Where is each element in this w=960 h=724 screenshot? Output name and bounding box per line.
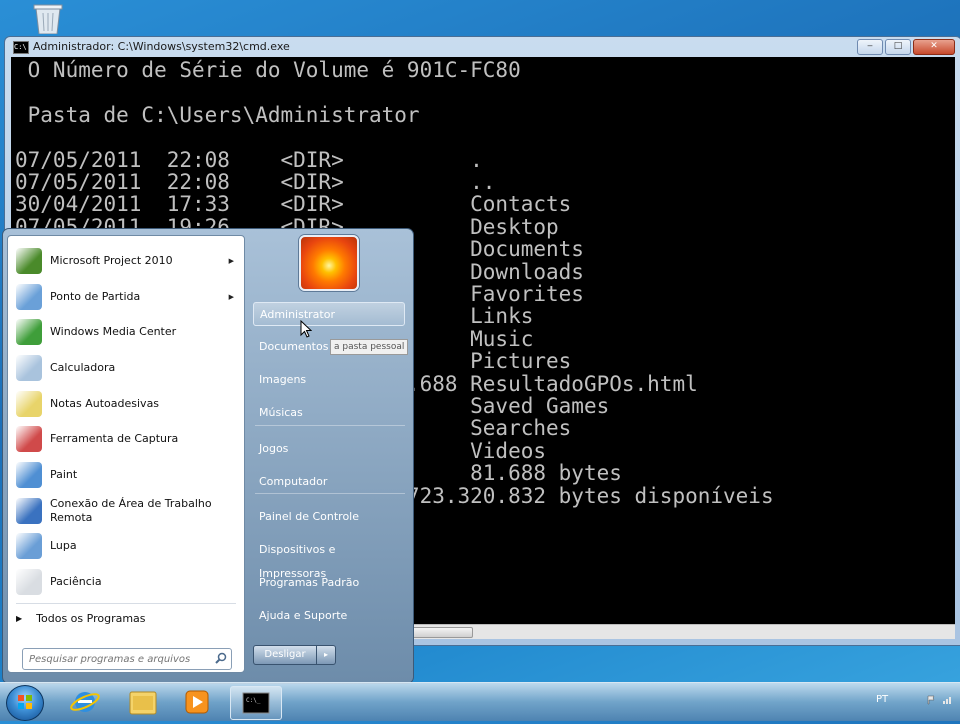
start-button[interactable] (6, 685, 44, 721)
search-icon[interactable] (215, 652, 227, 664)
windows-logo-icon (18, 695, 32, 709)
solitaire-icon (16, 569, 42, 595)
flag-icon[interactable] (926, 695, 936, 705)
program-label: Paint (50, 468, 78, 481)
shutdown-button[interactable]: Desligar (253, 645, 317, 665)
shutdown-options-button[interactable]: ▸ (317, 645, 336, 665)
program-label: Notas Autoadesivas (50, 397, 160, 410)
start-link[interactable]: Programas Padrão (253, 571, 405, 595)
console-line: Pasta de C:\Users\Administrator (15, 102, 420, 127)
start-link[interactable]: Painel de Controle (253, 505, 405, 529)
search-box[interactable] (22, 648, 232, 670)
program-item[interactable]: Paint (12, 459, 240, 491)
user-avatar[interactable] (299, 235, 359, 291)
magnifier-icon (16, 533, 42, 559)
program-label: Calculadora (50, 361, 116, 374)
internet-explorer-button[interactable] (60, 686, 110, 718)
program-label: Paciência (50, 575, 102, 588)
taskbar: C:\_ PT (0, 682, 960, 721)
remote-desktop-icon (16, 498, 42, 524)
shutdown-group: Desligar ▸ (253, 645, 336, 665)
minimize-button[interactable]: ‒ (857, 39, 883, 55)
windows-explorer-icon (129, 691, 157, 715)
start-link[interactable]: Imagens (253, 368, 405, 392)
command-prompt-button[interactable]: C:\_ (230, 686, 282, 720)
mouse-cursor-icon (300, 320, 312, 338)
start-link[interactable]: Computador (253, 470, 405, 494)
console-titlebar[interactable]: C:\ Administrador: C:\Windows\system32\c… (5, 37, 960, 57)
program-item[interactable]: Calculadora (12, 352, 240, 384)
recycle-bin-icon[interactable] (28, 4, 68, 35)
program-item[interactable]: Notas Autoadesivas (12, 388, 240, 420)
start-link[interactable]: Administrator (253, 302, 405, 326)
start-link[interactable]: Jogos (253, 437, 405, 461)
divider (16, 603, 236, 604)
submenu-arrow-icon[interactable]: ▶ (229, 257, 234, 265)
network-icon[interactable] (942, 695, 952, 705)
program-item[interactable]: Microsoft Project 2010 ▶ (12, 245, 240, 277)
close-button[interactable]: ✕ (913, 39, 955, 55)
start-link[interactable]: Dispositivos e Impressoras (253, 538, 405, 580)
start-link[interactable]: Ajuda e Suporte (253, 604, 405, 628)
program-item[interactable]: Windows Media Center (12, 316, 240, 348)
console-line: 07/05/2011 22:08 <DIR> . (15, 147, 483, 172)
programs-pane: ▶ Todos os Programas Microsoft Project 2… (7, 235, 245, 673)
divider (255, 425, 405, 426)
microsoft-project-icon (16, 248, 42, 274)
sticky-notes-icon (16, 391, 42, 417)
program-item[interactable]: Ferramenta de Captura (12, 423, 240, 455)
maximize-button[interactable]: □ (885, 39, 911, 55)
tooltip: a pasta pessoal (330, 339, 409, 355)
console-line: 07/05/2011 22:08 <DIR> .. (15, 170, 496, 194)
svg-text:C:\_: C:\_ (246, 697, 261, 704)
divider (255, 493, 405, 494)
program-item[interactable]: Ponto de Partida ▶ (12, 281, 240, 313)
start-link[interactable]: Músicas (253, 401, 405, 425)
paint-icon (16, 462, 42, 488)
windows-explorer-button[interactable] (118, 686, 168, 718)
console-line: 30/04/2011 17:33 <DIR> Contacts (15, 192, 572, 217)
start-menu: ▶ Todos os Programas Microsoft Project 2… (2, 228, 414, 684)
command-prompt-icon: C:\_ (242, 692, 270, 714)
program-item[interactable]: Paciência (12, 566, 240, 598)
console-line: O Número de Série do Volume é 901C-FC80 (15, 58, 521, 82)
console-title: Administrador: C:\Windows\system32\cmd.e… (33, 40, 290, 53)
calculator-icon (16, 355, 42, 381)
program-item[interactable]: Lupa (12, 530, 240, 562)
triangle-right-icon: ▶ (16, 614, 23, 623)
search-input[interactable] (27, 651, 211, 668)
program-item[interactable]: Conexão de Área de Trabalho Remota (12, 495, 240, 527)
all-programs-button[interactable]: ▶ Todos os Programas (16, 612, 146, 625)
internet-explorer-icon (70, 692, 100, 712)
getting-started-icon (16, 284, 42, 310)
program-label: Windows Media Center (50, 325, 177, 338)
program-label: Microsoft Project 2010 (50, 254, 173, 267)
program-label: Ferramenta de Captura (50, 432, 179, 445)
media-player-icon (185, 690, 209, 714)
media-player-button[interactable] (172, 686, 222, 718)
all-programs-label: Todos os Programas (36, 612, 146, 625)
language-indicator[interactable]: PT (876, 694, 888, 705)
command-prompt-icon: C:\ (13, 41, 29, 54)
submenu-arrow-icon[interactable]: ▶ (229, 293, 234, 301)
media-center-icon (16, 319, 42, 345)
program-label: Conexão de Área de Trabalho Remota (50, 497, 212, 524)
program-label: Lupa (50, 539, 77, 552)
program-label: Ponto de Partida (50, 290, 141, 303)
snipping-tool-icon (16, 426, 42, 452)
